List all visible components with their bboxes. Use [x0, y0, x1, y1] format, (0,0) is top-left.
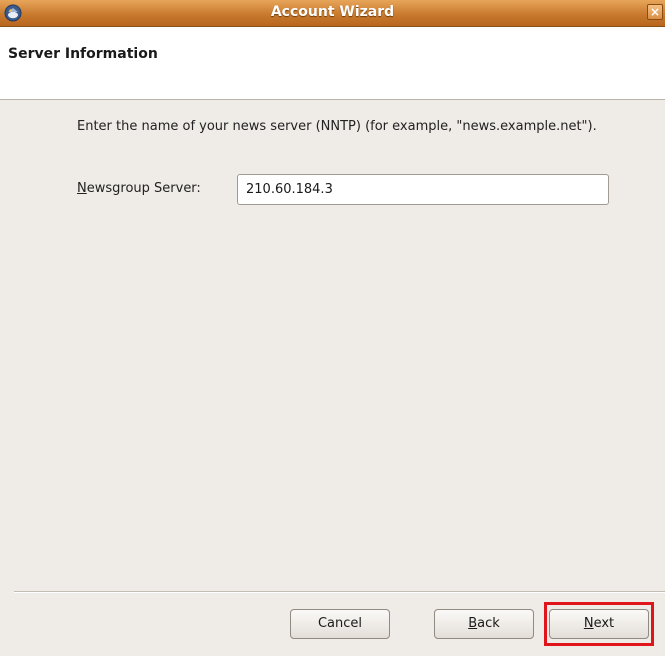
newsgroup-server-input[interactable] — [237, 174, 609, 205]
back-label-rest: ack — [477, 616, 500, 631]
cancel-button[interactable]: Cancel — [290, 609, 390, 639]
back-mnemonic: B — [468, 616, 478, 631]
next-button-label: Next — [584, 616, 614, 631]
newsgroup-server-label: Newsgroup Server: — [77, 181, 201, 196]
next-button[interactable]: Next — [549, 609, 649, 639]
account-wizard-window: Account Wizard × Server Information Ente… — [0, 0, 665, 656]
close-icon: × — [649, 5, 661, 19]
title-bar[interactable]: Account Wizard × — [0, 0, 665, 27]
cancel-button-label: Cancel — [317, 616, 363, 631]
label-mnemonic: N — [77, 181, 87, 196]
next-label-rest: ext — [593, 616, 615, 631]
back-button-label: Back — [468, 616, 500, 631]
wizard-header: Server Information — [0, 27, 665, 100]
next-mnemonic: N — [583, 616, 594, 631]
label-text: ewsgroup Server: — [86, 181, 201, 196]
window-title: Account Wizard — [270, 4, 395, 20]
server-description: Enter the name of your news server (NNTP… — [77, 119, 597, 134]
page-title: Server Information — [8, 46, 158, 62]
footer-separator — [14, 591, 665, 593]
back-button[interactable]: Back — [434, 609, 534, 639]
close-button[interactable]: × — [647, 4, 663, 20]
